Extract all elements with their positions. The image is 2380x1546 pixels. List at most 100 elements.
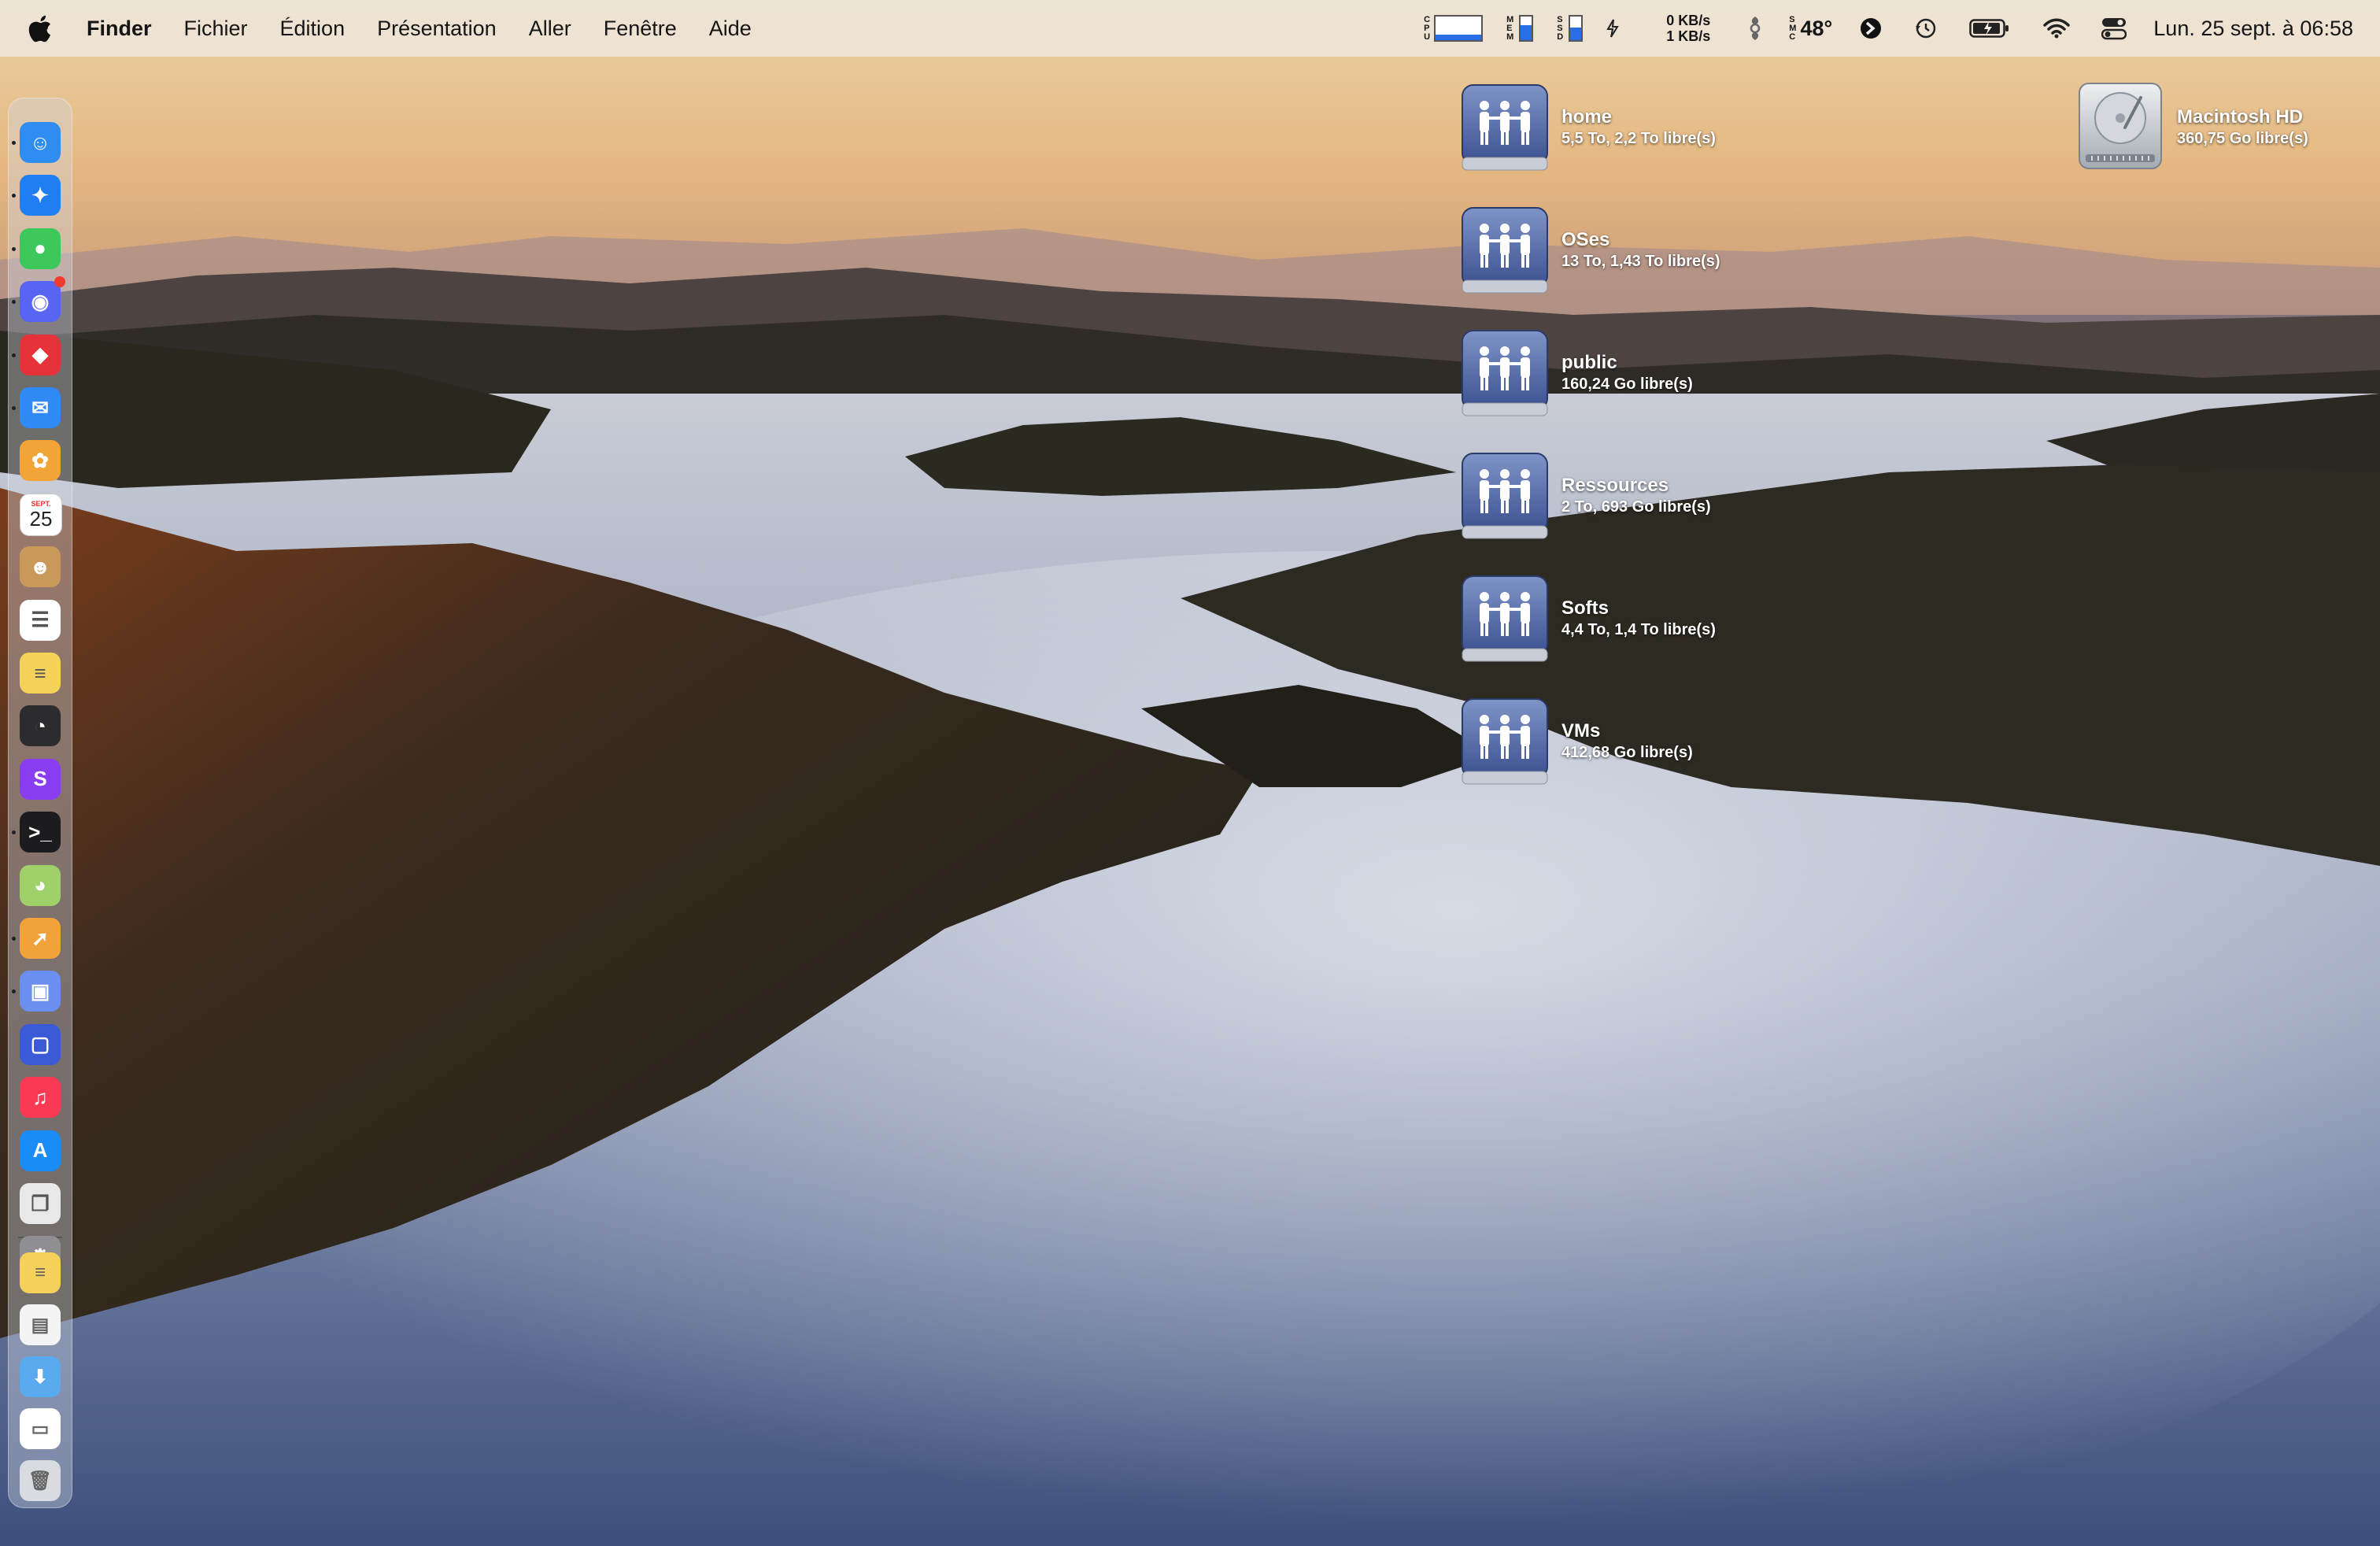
dock: ☺✦●◉◆✉✿SEPT.25☻☰≡◔S>_◕➚▣▢♫A❐⚙≡▤⬇▭🗑 xyxy=(8,98,72,1508)
desktop-volume-ressources[interactable]: Ressources 2 To, 693 Go libre(s) xyxy=(1458,449,1711,543)
dock-contacts[interactable]: ☻ xyxy=(20,546,61,588)
dock-messages[interactable]: ● xyxy=(20,227,61,269)
dock-music[interactable]: ♫ xyxy=(20,1077,61,1119)
running-indicator xyxy=(12,246,16,251)
dock-mail[interactable]: ✉ xyxy=(20,387,61,428)
desktop-wallpaper xyxy=(0,0,2380,1546)
ssd-label-s: S xyxy=(1557,14,1563,24)
menu-fenetre[interactable]: Fenêtre xyxy=(604,17,677,41)
dock-activity-monitor[interactable]: ◔ xyxy=(20,705,61,747)
sensor-label-m: M xyxy=(1789,23,1797,33)
dock-preview[interactable]: ❐ xyxy=(20,1183,61,1224)
speeko-icon: ◆ xyxy=(32,342,48,367)
menu-edition[interactable]: Édition xyxy=(280,17,346,41)
cpu-load-fill xyxy=(1436,35,1482,40)
network-share-icon xyxy=(1458,326,1552,420)
network-monitor[interactable]: 0 KB/s 1 KB/s xyxy=(1666,13,1710,44)
disk-bar xyxy=(1569,15,1584,42)
dock-screenshot-stack[interactable]: ▭ xyxy=(20,1408,61,1449)
dock-notes-stack[interactable]: ≡ xyxy=(20,1252,61,1293)
volume-capacity: 13 To, 1,43 To libre(s) xyxy=(1561,253,1720,270)
vpn-icon[interactable] xyxy=(1859,17,1883,40)
running-indicator xyxy=(12,406,16,410)
dock-photos[interactable]: ✿ xyxy=(20,440,61,482)
running-indicator xyxy=(12,300,16,305)
cpu-graph xyxy=(1434,15,1484,42)
cpu-monitor[interactable]: C P U xyxy=(1424,15,1484,42)
disk-monitor[interactable]: S S D xyxy=(1557,14,1584,42)
desktop-volume-softs[interactable]: Softs 4,4 To, 1,4 To libre(s) xyxy=(1458,571,1716,666)
downloads-folder-icon: ⬇ xyxy=(31,1366,49,1388)
apple-logo-icon[interactable] xyxy=(28,13,55,44)
dock-cyberduck[interactable]: ◕ xyxy=(20,864,61,906)
menu-presentation[interactable]: Présentation xyxy=(377,17,497,41)
volume-capacity: 5,5 To, 2,2 To libre(s) xyxy=(1561,130,1716,147)
dock-app-store[interactable]: A xyxy=(20,1130,61,1171)
dock-calendar[interactable]: SEPT. 25 xyxy=(20,493,62,536)
net-up-speed: 1 KB/s xyxy=(1666,28,1711,44)
desktop-volume-home[interactable]: home 5,5 To, 2,2 To libre(s) xyxy=(1458,80,1716,175)
mem-label-m2: M xyxy=(1506,31,1514,42)
dock-screens[interactable]: ▢ xyxy=(20,1023,61,1065)
volume-name: OSes xyxy=(1561,229,1610,250)
dock-notes[interactable]: ≡ xyxy=(20,653,61,693)
screenshot-stack-icon: ▭ xyxy=(31,1418,50,1440)
wifi-icon[interactable] xyxy=(2043,18,2071,39)
temperature-sensor[interactable]: S M C 48° xyxy=(1789,15,1832,42)
disk-fill xyxy=(1570,27,1582,40)
time-machine-icon[interactable] xyxy=(1914,17,1938,40)
volume-name: Ressources xyxy=(1561,475,1669,496)
network-share-icon xyxy=(1458,80,1552,175)
menu-app-finder[interactable]: Finder xyxy=(87,17,152,41)
control-center-icon[interactable] xyxy=(2101,17,2127,40)
dock-reminders[interactable]: ☰ xyxy=(20,599,61,641)
cpu-label-p: P xyxy=(1424,23,1430,33)
dock-document-stack[interactable]: ▤ xyxy=(20,1304,61,1345)
notes-stack-icon: ≡ xyxy=(34,1262,46,1283)
messages-icon: ● xyxy=(34,236,46,261)
dock-finder[interactable]: ☺ xyxy=(20,122,61,163)
discord-icon: ◉ xyxy=(31,289,50,313)
desktop-volume-oses[interactable]: OSes 13 To, 1,43 To libre(s) xyxy=(1458,203,1720,298)
energy-icon[interactable] xyxy=(1606,19,1620,38)
dock-trash[interactable]: 🗑 xyxy=(20,1460,61,1501)
menubar-clock[interactable]: Lun. 25 sept. à 06:58 xyxy=(2153,17,2353,41)
dock-transmit[interactable]: ➚ xyxy=(20,918,61,959)
volume-name: VMs xyxy=(1561,720,1601,742)
network-share-icon xyxy=(1458,571,1552,666)
volume-capacity: 2 To, 693 Go libre(s) xyxy=(1561,498,1711,516)
ssd-label-d: D xyxy=(1557,31,1564,42)
menu-fichier[interactable]: Fichier xyxy=(184,17,248,41)
dock-downloads-folder[interactable]: ⬇ xyxy=(20,1356,61,1397)
menu-aide[interactable]: Aide xyxy=(709,17,752,41)
volume-name: Softs xyxy=(1561,597,1609,619)
fan-icon[interactable] xyxy=(1746,15,1764,42)
mem-label-e: E xyxy=(1506,23,1513,33)
desktop-volume-public[interactable]: public 160,24 Go libre(s) xyxy=(1458,326,1693,420)
mail-icon: ✉ xyxy=(31,395,49,420)
ssd-label-s2: S xyxy=(1557,23,1563,33)
app-store-icon: A xyxy=(32,1138,48,1163)
trash-icon: 🗑 xyxy=(28,1470,53,1492)
hard-disk-icon xyxy=(2073,80,2168,175)
dock-archive-utility[interactable]: ▣ xyxy=(20,971,61,1012)
running-indicator xyxy=(12,830,16,835)
photos-icon: ✿ xyxy=(31,448,49,472)
menu-aller[interactable]: Aller xyxy=(529,17,571,41)
running-indicator xyxy=(12,989,16,994)
dock-speeko[interactable]: ◆ xyxy=(20,334,61,375)
dock-discord[interactable]: ◉ xyxy=(20,276,65,323)
desktop-volume-vms[interactable]: VMs 412,68 Go libre(s) xyxy=(1458,694,1693,789)
dock-setapp[interactable]: S xyxy=(20,758,61,800)
dock-safari[interactable]: ✦ xyxy=(20,175,61,216)
battery-icon[interactable] xyxy=(1969,18,2010,39)
desktop-volume-macintosh-hd[interactable]: Macintosh HD 360,75 Go libre(s) xyxy=(2073,80,2308,175)
memory-monitor[interactable]: M E M xyxy=(1506,15,1534,42)
setapp-icon: S xyxy=(33,767,47,791)
net-down-speed: 0 KB/s xyxy=(1666,13,1711,28)
running-indicator xyxy=(12,353,16,357)
running-indicator xyxy=(12,937,16,941)
dock-terminal[interactable]: >_ xyxy=(20,812,61,853)
volume-name: Macintosh HD xyxy=(2177,106,2304,128)
volume-name: home xyxy=(1561,106,1613,128)
